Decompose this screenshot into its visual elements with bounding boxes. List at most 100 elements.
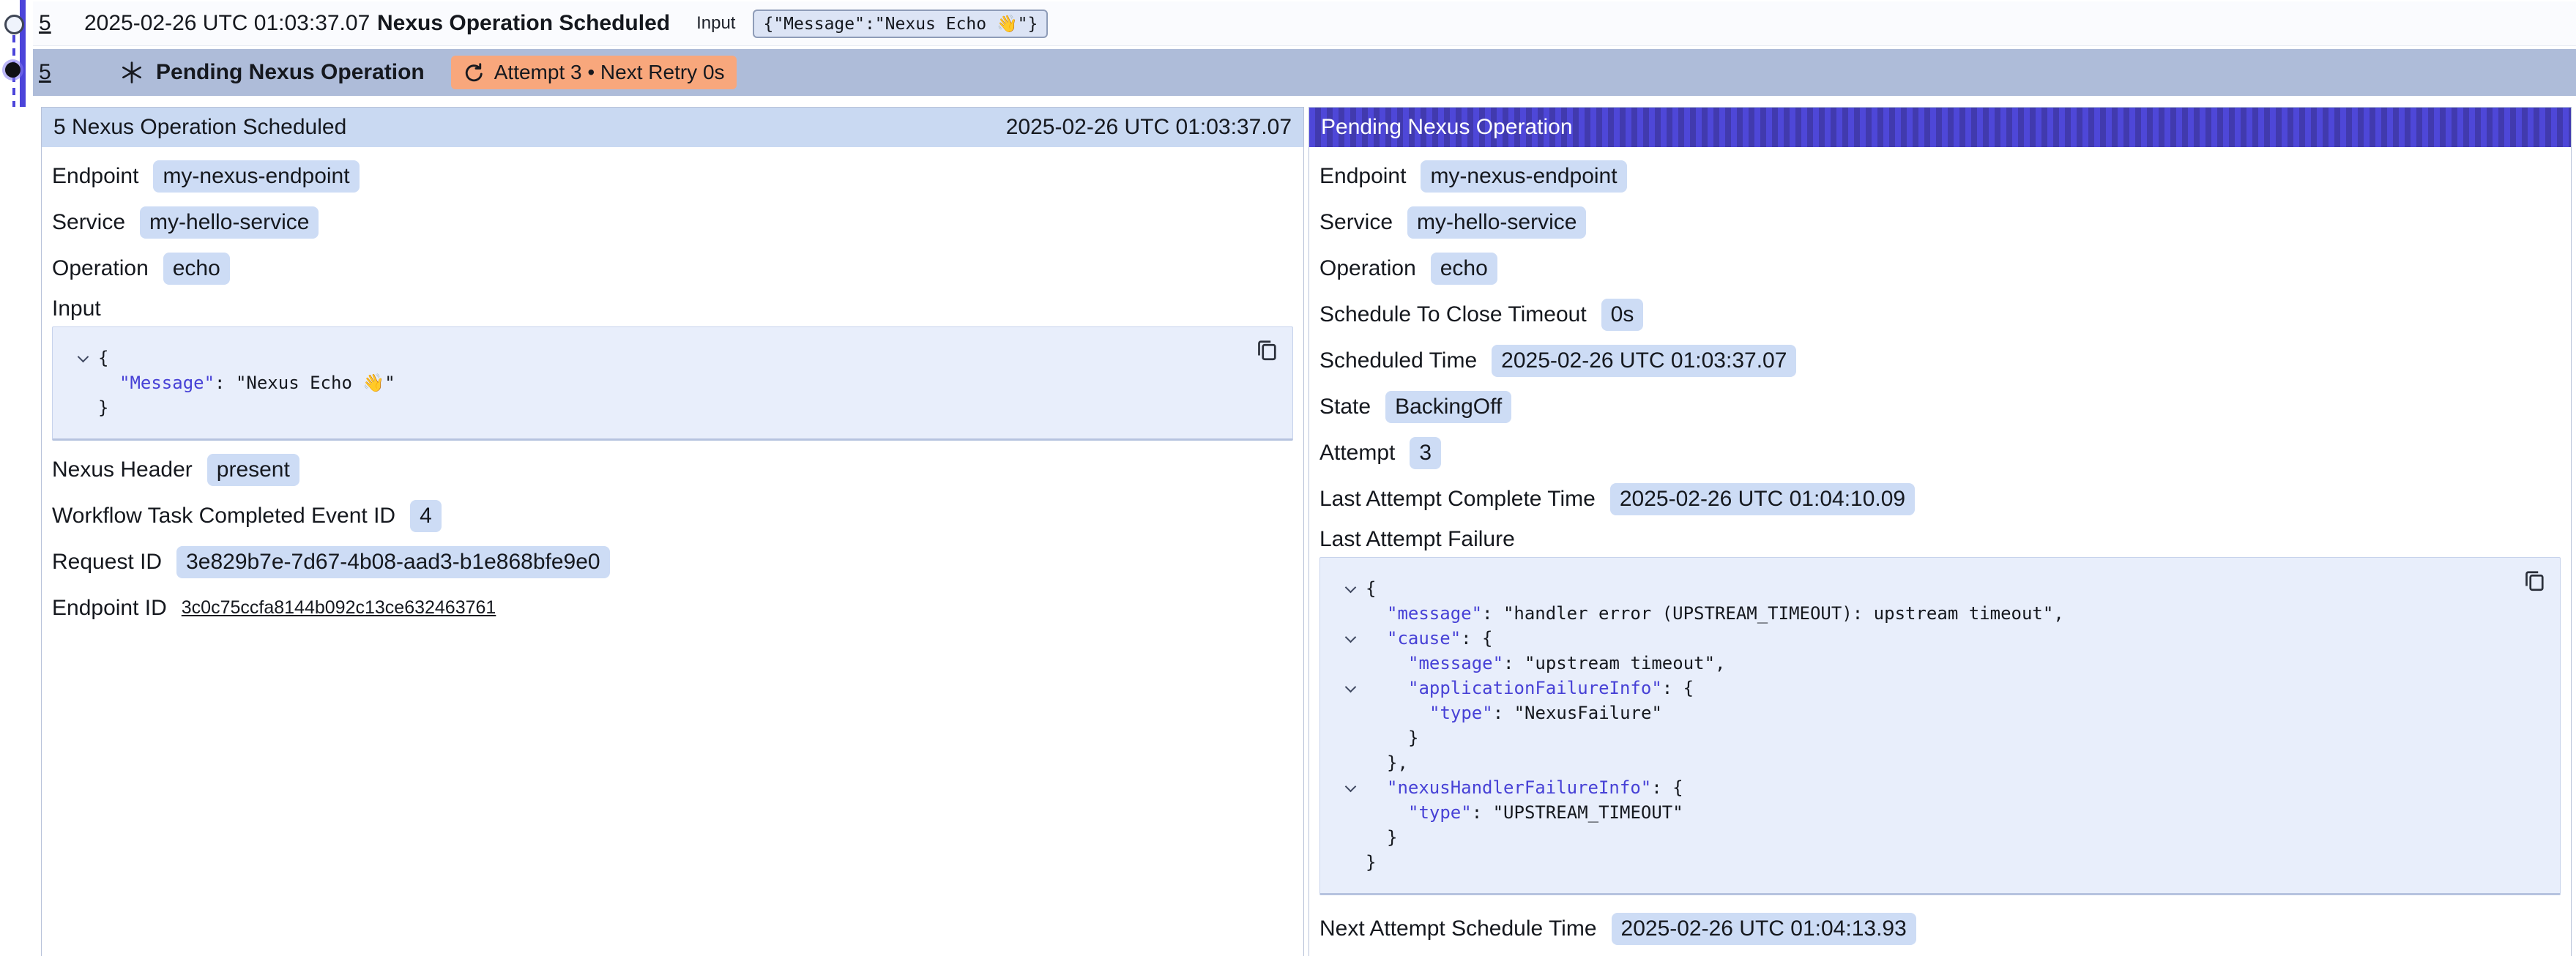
code-line: "cause": { [1335,626,2545,651]
temporal-nexus-event-view: { "colors": { "accent_indigo": "#4b44da"… [0,0,2576,956]
panel-body: Endpoint my-nexus-endpoint Service my-hello… [42,147,1303,631]
retry-icon [463,61,485,84]
field-value-chip: my-nexus-endpoint [153,160,359,193]
code-line: }, [1335,750,2545,775]
field-label: Last Attempt Complete Time [1319,487,1596,512]
field-label: Endpoint ID [52,596,167,621]
code-line: "nexusHandlerFailureInfo": { [1335,775,2545,800]
field-value-chip: BackingOff [1385,391,1511,423]
field-value-chip: 3e829b7e-7d67-4b08-aad3-b1e868bfe9e0 [176,546,610,578]
field-label: Request ID [52,550,162,575]
timeline-node-selected-circle-icon [5,62,21,78]
retry-badge-text: Attempt 3 • Next Retry 0s [494,61,725,84]
field-value-chip: 4 [410,500,442,532]
field-label: State [1319,395,1371,419]
field-value-chip: my-nexus-endpoint [1421,160,1626,193]
event-id-link[interactable]: 5 [39,11,84,36]
field-value-chip: my-hello-service [140,206,319,239]
pending-asterisk-icon [119,60,144,85]
field-label: Endpoint [1319,164,1406,189]
code-line: } [1335,825,2545,850]
field-row-schedule-to-close-timeout: Schedule To Close Timeout 0s [1319,291,2561,337]
field-row-operation: Operation echo [1319,245,2561,291]
field-label: Operation [52,256,149,281]
field-row-nexus-header: Nexus Headerpresent [52,447,1293,493]
code-line: "message": "upstream timeout", [1335,651,2545,676]
field-label: Operation [1319,256,1416,281]
panel-header-title: 5 Nexus Operation Scheduled [53,115,346,140]
field-value-chip: my-hello-service [1407,206,1586,239]
field-row-service: Service my-hello-service [52,199,1293,245]
code-lines: {"Message": "Nexus Echo 👋"} [67,346,1278,420]
timeline-node-open-circle-icon [4,15,24,34]
code-line: } [1335,850,2545,875]
code-line: { [1335,576,2545,601]
field-row-state: State BackingOff [1319,384,2561,430]
field-row-attempt: Attempt 3 [1319,430,2561,476]
panel-nexus-operation-scheduled: 5 Nexus Operation Scheduled 2025-02-26 U… [41,107,1304,956]
code-line: } [1335,725,2545,750]
code-line: "type": "UPSTREAM_TIMEOUT" [1335,800,2545,825]
field-value-chip: echo [1431,253,1497,285]
field-row-service: Service my-hello-service [1319,199,2561,245]
event-input-preview-chip: {"Message":"Nexus Echo 👋"} [753,10,1048,38]
event-row-nexus-operation-scheduled[interactable]: 5 2025-02-26 UTC 01:03:37.07 Nexus Opera… [33,1,2576,46]
collapse-chevron-icon[interactable] [1345,583,1357,594]
field-row-workflow-task-completed-event-id: Workflow Task Completed Event ID 4 [52,493,1293,539]
event-timestamp: 2025-02-26 UTC 01:03:37.07 [84,11,377,36]
code-line: "applicationFailureInfo": { [1335,676,2545,701]
panel-header-pending: Pending Nexus Operation [1309,108,2571,147]
fields-top: Endpoint my-nexus-endpoint Service my-hello… [52,153,1293,291]
fields-bottom: Next Attempt Schedule Time 2025-02-26 UTC… [1319,905,2561,952]
failure-section-label: Last Attempt Failure [1319,522,2561,557]
field-value-chip: 2025-02-26 UTC 01:04:10.09 [1610,483,1915,515]
event-title: Pending Nexus Operation [156,60,425,85]
field-row-endpoint: Endpoint my-nexus-endpoint [52,153,1293,199]
field-label: Scheduled Time [1319,348,1477,373]
fields-bottom: Nexus HeaderpresentWorkflow Task Complet… [52,447,1293,631]
event-id-link[interactable]: 5 [39,60,84,85]
event-row-pending-nexus-operation[interactable]: 5 Pending Nexus Operation Attempt 3 • Ne… [33,49,2576,96]
field-label: Workflow Task Completed Event ID [52,504,395,529]
field-label: Service [1319,210,1393,235]
detail-panels: 5 Nexus Operation Scheduled 2025-02-26 U… [41,107,2572,956]
field-label: Service [52,210,125,235]
field-value-chip: 3 [1410,437,1441,469]
panel-header-timestamp: 2025-02-26 UTC 01:03:37.07 [1006,115,1292,140]
field-label: Nexus Header [52,458,193,482]
panel-header-title: Pending Nexus Operation [1321,115,1573,140]
panel-body: Endpoint my-nexus-endpoint Service my-hello… [1309,147,2571,952]
collapse-chevron-icon[interactable] [78,352,89,364]
collapse-chevron-icon[interactable] [1345,782,1357,793]
field-row-last-attempt-complete-time: Last Attempt Complete Time 2025-02-26 UTC… [1319,476,2561,522]
failure-code-block: {"message": "handler error (UPSTREAM_TIM… [1319,557,2561,895]
field-value-link[interactable]: 3c0c75ccfa8144b092c13ce632463761 [182,597,496,619]
code-lines: {"message": "handler error (UPSTREAM_TIM… [1335,576,2545,875]
input-code-block: {"Message": "Nexus Echo 👋"} [52,326,1293,441]
code-line: "type": "NexusFailure" [1335,701,2545,725]
field-label: Next Attempt Schedule Time [1319,916,1597,941]
field-value-chip: 0s [1601,299,1644,331]
field-value-chip: 2025-02-26 UTC 01:03:37.07 [1492,345,1796,377]
input-section-label: Input [52,291,1293,326]
collapse-chevron-icon[interactable] [1345,632,1357,644]
event-input-label: Input [696,13,735,34]
collapse-chevron-icon[interactable] [1345,682,1357,694]
field-value-chip: echo [163,253,230,285]
code-line: "Message": "Nexus Echo 👋" [67,370,1278,395]
field-label: Schedule To Close Timeout [1319,302,1587,327]
code-line: } [67,395,1278,420]
field-row-operation: Operation echo [52,245,1293,291]
code-line: { [67,346,1278,370]
event-title: Nexus Operation Scheduled [377,11,670,36]
panel-pending-nexus-operation: Pending Nexus Operation Endpoint my-nexus… [1309,107,2572,956]
field-value-chip: 2025-02-26 UTC 01:04:13.93 [1612,913,1916,945]
field-label: Attempt [1319,441,1395,466]
panel-header-scheduled: 5 Nexus Operation Scheduled 2025-02-26 U… [42,108,1303,147]
code-line: "message": "handler error (UPSTREAM_TIME… [1335,601,2545,626]
field-row-request-id: Request ID 3e829b7e-7d67-4b08-aad3-b1e868… [52,539,1293,585]
field-row-scheduled-time: Scheduled Time 2025-02-26 UTC 01:03:37.07 [1319,337,2561,384]
timeline-accent-bar [20,0,26,107]
field-label: Endpoint [52,164,138,189]
field-row-endpoint: Endpoint my-nexus-endpoint [1319,153,2561,199]
